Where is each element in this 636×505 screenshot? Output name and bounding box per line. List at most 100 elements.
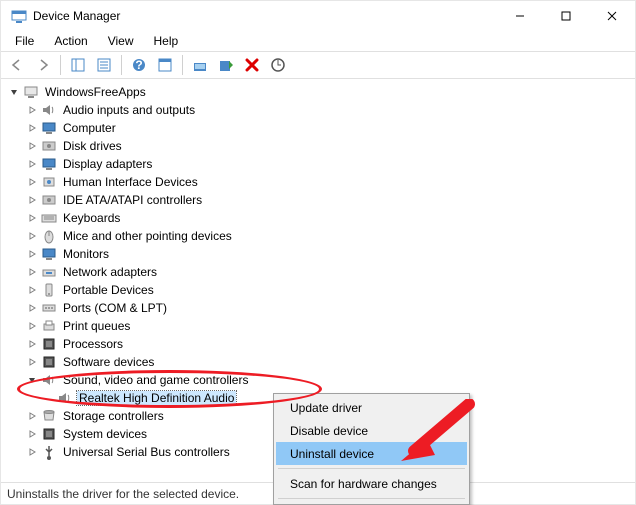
chevron-right-icon[interactable] bbox=[25, 103, 39, 117]
forward-button[interactable] bbox=[31, 53, 55, 77]
tree-item-label: IDE ATA/ATAPI controllers bbox=[61, 193, 204, 207]
tree-item[interactable]: Processors bbox=[3, 335, 633, 353]
ctx-scan-hardware[interactable]: Scan for hardware changes bbox=[276, 472, 467, 495]
tree-item[interactable]: Human Interface Devices bbox=[3, 173, 633, 191]
minimize-button[interactable] bbox=[497, 1, 543, 31]
chevron-right-icon[interactable] bbox=[25, 265, 39, 279]
tree-item-label: Software devices bbox=[61, 355, 156, 369]
device-icon bbox=[41, 264, 57, 280]
chevron-right-icon[interactable] bbox=[25, 247, 39, 261]
device-icon bbox=[41, 318, 57, 334]
ctx-separator bbox=[278, 468, 465, 469]
svg-text:?: ? bbox=[135, 58, 142, 72]
tree-item-label: Processors bbox=[61, 337, 125, 351]
chevron-right-icon[interactable] bbox=[25, 157, 39, 171]
tree-item-label: Human Interface Devices bbox=[61, 175, 200, 189]
device-icon bbox=[41, 246, 57, 262]
back-button[interactable] bbox=[5, 53, 29, 77]
tree-item-label: Sound, video and game controllers bbox=[61, 373, 250, 387]
chevron-right-icon[interactable] bbox=[25, 337, 39, 351]
uninstall-button[interactable] bbox=[240, 53, 264, 77]
device-icon bbox=[41, 156, 57, 172]
chevron-down-icon[interactable] bbox=[25, 373, 39, 387]
device-icon bbox=[41, 138, 57, 154]
device-icon bbox=[41, 300, 57, 316]
tree-item-label: Computer bbox=[61, 121, 118, 135]
tree-item[interactable]: Display adapters bbox=[3, 155, 633, 173]
tree-item[interactable]: Portable Devices bbox=[3, 281, 633, 299]
app-icon bbox=[11, 8, 27, 24]
device-icon bbox=[41, 336, 57, 352]
tree-item[interactable]: Mice and other pointing devices bbox=[3, 227, 633, 245]
chevron-right-icon[interactable] bbox=[25, 427, 39, 441]
show-hide-tree-button[interactable] bbox=[66, 53, 90, 77]
tree-item[interactable]: Computer bbox=[3, 119, 633, 137]
tree-item[interactable]: Disk drives bbox=[3, 137, 633, 155]
device-icon bbox=[41, 210, 57, 226]
tree-item[interactable]: Keyboards bbox=[3, 209, 633, 227]
ctx-separator bbox=[278, 498, 465, 499]
chevron-right-icon[interactable] bbox=[25, 229, 39, 243]
device-icon bbox=[41, 228, 57, 244]
close-button[interactable] bbox=[589, 1, 635, 31]
tree-item-label: Print queues bbox=[61, 319, 132, 333]
chevron-right-icon[interactable] bbox=[25, 409, 39, 423]
menu-view[interactable]: View bbox=[100, 32, 142, 50]
properties-button[interactable] bbox=[92, 53, 116, 77]
ctx-disable-device[interactable]: Disable device bbox=[276, 419, 467, 442]
tree-item[interactable]: Print queues bbox=[3, 317, 633, 335]
device-icon bbox=[41, 444, 57, 460]
device-icon bbox=[41, 120, 57, 136]
tree-item-label: Monitors bbox=[61, 247, 111, 261]
maximize-button[interactable] bbox=[543, 1, 589, 31]
chevron-right-icon[interactable] bbox=[25, 175, 39, 189]
tree-item[interactable]: Ports (COM & LPT) bbox=[3, 299, 633, 317]
menu-bar: File Action View Help bbox=[1, 31, 635, 51]
chevron-right-icon[interactable] bbox=[25, 211, 39, 225]
ctx-update-driver[interactable]: Update driver bbox=[276, 396, 467, 419]
tree-item[interactable]: IDE ATA/ATAPI controllers bbox=[3, 191, 633, 209]
title-bar: Device Manager bbox=[1, 1, 635, 31]
speaker-icon bbox=[57, 390, 73, 406]
tree-item-label: Audio inputs and outputs bbox=[61, 103, 197, 117]
menu-action[interactable]: Action bbox=[46, 32, 95, 50]
chevron-right-icon[interactable] bbox=[25, 319, 39, 333]
chevron-right-icon[interactable] bbox=[25, 121, 39, 135]
chevron-right-icon[interactable] bbox=[25, 445, 39, 459]
tree-item-label-selected: Realtek High Definition Audio bbox=[77, 391, 236, 405]
update-driver-button[interactable] bbox=[188, 53, 212, 77]
tree-item-label: Network adapters bbox=[61, 265, 159, 279]
tree-item-label: Portable Devices bbox=[61, 283, 156, 297]
device-icon bbox=[41, 426, 57, 442]
menu-file[interactable]: File bbox=[7, 32, 42, 50]
chevron-right-icon[interactable] bbox=[25, 283, 39, 297]
device-icon bbox=[41, 192, 57, 208]
chevron-down-icon[interactable] bbox=[7, 85, 21, 99]
tree-item-label: System devices bbox=[61, 427, 149, 441]
tree-item-label: Universal Serial Bus controllers bbox=[61, 445, 232, 459]
status-text: Uninstalls the driver for the selected d… bbox=[7, 487, 239, 501]
chevron-right-icon[interactable] bbox=[25, 193, 39, 207]
tree-item-label: Display adapters bbox=[61, 157, 154, 171]
computer-icon bbox=[23, 84, 39, 100]
enable-device-button[interactable] bbox=[214, 53, 238, 77]
chevron-right-icon[interactable] bbox=[25, 139, 39, 153]
tree-item[interactable]: Sound, video and game controllers bbox=[3, 371, 633, 389]
tree-item[interactable]: Audio inputs and outputs bbox=[3, 101, 633, 119]
device-icon bbox=[41, 174, 57, 190]
device-icon bbox=[41, 102, 57, 118]
device-icon bbox=[41, 408, 57, 424]
help-button[interactable]: ? bbox=[127, 53, 151, 77]
tree-item[interactable]: Monitors bbox=[3, 245, 633, 263]
view-menu-button[interactable] bbox=[153, 53, 177, 77]
menu-help[interactable]: Help bbox=[146, 32, 187, 50]
tree-item-label: Storage controllers bbox=[61, 409, 166, 423]
tree-item[interactable]: Software devices bbox=[3, 353, 633, 371]
ctx-uninstall-device[interactable]: Uninstall device bbox=[276, 442, 467, 465]
scan-hardware-button[interactable] bbox=[266, 53, 290, 77]
tree-item[interactable]: Network adapters bbox=[3, 263, 633, 281]
device-icon bbox=[41, 282, 57, 298]
chevron-right-icon[interactable] bbox=[25, 301, 39, 315]
chevron-right-icon[interactable] bbox=[25, 355, 39, 369]
tree-root[interactable]: WindowsFreeApps bbox=[3, 83, 633, 101]
